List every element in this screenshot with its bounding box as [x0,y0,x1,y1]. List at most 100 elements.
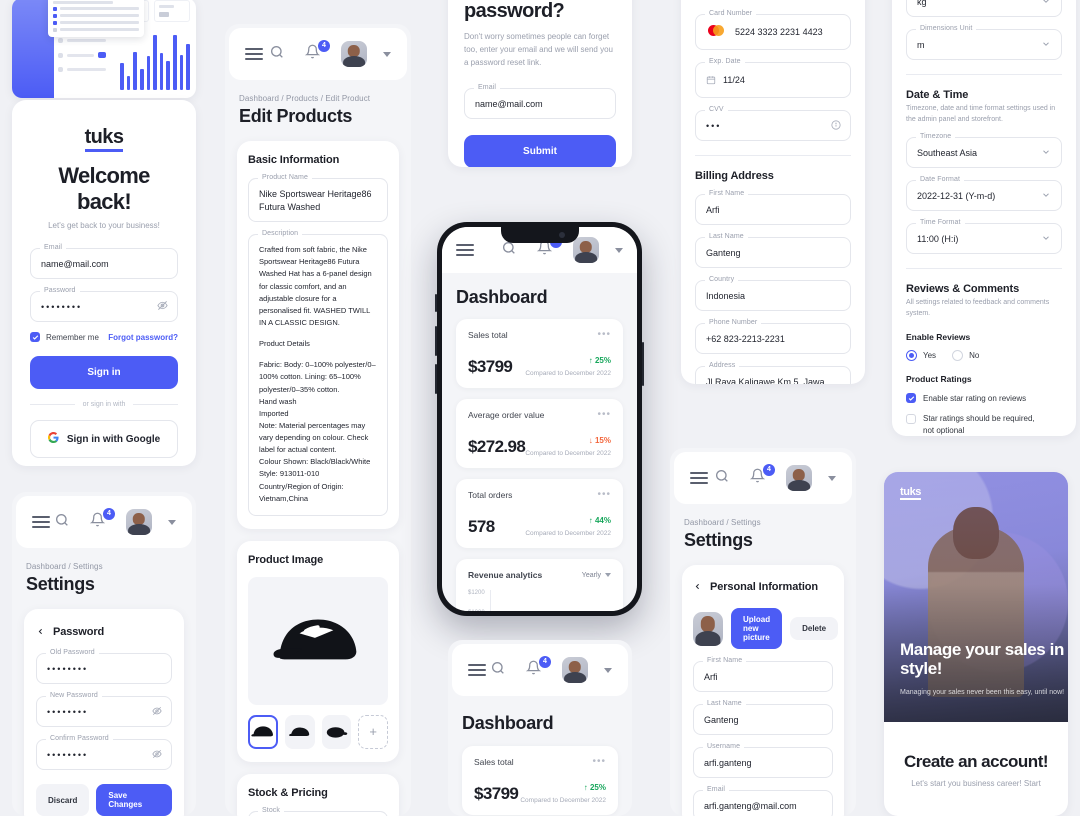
old-password-field[interactable]: Old Password •••••••• [36,649,172,685]
date-format-select[interactable]: Date Format 2022-12-31 (Y-m-d) [906,176,1062,212]
password-field[interactable]: Password •••••••• [30,287,178,323]
enable-star-rating-checkbox[interactable]: Enable star rating on reviews [906,393,1062,404]
chevron-down-icon[interactable] [383,51,391,57]
phone-volume-up-button[interactable] [435,326,437,356]
chevron-down-icon[interactable] [1041,187,1051,205]
timezone-select[interactable]: Timezone Southeast Asia [906,133,1062,169]
billing-country-field[interactable]: Country Indonesia [695,276,851,312]
eye-off-icon[interactable] [157,298,168,316]
chevron-down-icon[interactable] [168,519,176,525]
billing-last-name-field[interactable]: Last Name Ganteng [695,233,851,269]
bell-icon[interactable]: 4 [525,656,551,680]
menu-icon[interactable] [32,516,50,528]
thumb-cap-front[interactable] [248,714,278,749]
forgot-title: password? [464,0,565,22]
discard-button[interactable]: Discard [36,784,90,816]
avatar[interactable] [573,237,599,263]
search-icon[interactable] [501,240,521,260]
menu-icon[interactable] [690,472,708,484]
phone-volume-down-button[interactable] [435,364,437,394]
search-icon[interactable] [714,468,734,488]
more-options-icon[interactable]: ••• [597,330,611,340]
thumb-cap-angle[interactable] [321,714,352,749]
billing-address-field[interactable]: Address Jl Raya Kaligawe Km 5, Jawa Teng… [695,362,851,384]
address-label: Address [705,362,740,370]
product-name-field[interactable]: Product Name Nike Sportswear Heritage86 … [248,174,388,223]
billing-phone-field[interactable]: Phone Number +62 823-2213-2231 [695,319,851,355]
new-password-field[interactable]: New Password •••••••• [36,692,172,728]
more-options-icon[interactable]: ••• [597,410,611,420]
checkbox-icon[interactable] [30,332,40,343]
email-field[interactable]: Email name@mail.com [30,244,178,280]
add-image-button[interactable]: + [358,714,389,749]
bell-icon[interactable]: 4 [536,236,562,260]
more-options-icon[interactable]: ••• [592,757,606,767]
chevron-down-icon[interactable] [615,247,623,253]
forgot-password-link[interactable]: Forgot password? [108,333,178,342]
avatar[interactable] [786,465,812,491]
last-name-value: Ganteng [704,715,739,726]
google-sign-in-button[interactable]: Sign in with Google [30,420,178,459]
menu-icon[interactable] [468,664,486,676]
confirm-password-value: •••••••• [47,750,89,761]
time-format-select[interactable]: Time Format 11:00 (H:i) [906,219,1062,255]
eye-off-icon[interactable] [152,746,162,764]
upload-new-picture-button[interactable]: Upload new picture [731,608,783,649]
menu-icon[interactable] [456,244,474,256]
dimensions-unit-select[interactable]: Dimensions Unit m [906,25,1062,61]
phone-mute-button[interactable] [435,294,437,312]
remember-me-checkbox[interactable]: Remember me [30,332,99,343]
save-changes-button[interactable]: Save Changes [96,784,172,816]
last-name-field[interactable]: Last Name Ganteng [693,700,833,736]
product-image-preview [248,576,388,705]
enable-reviews-no-radio[interactable]: No [952,350,979,362]
weight-unit-select[interactable]: Weight Unit kg [906,0,1062,18]
product-name-value: Nike Sportswear Heritage86 Futura Washed [259,189,372,213]
exp-date-field[interactable]: Exp. Date 11/24 [695,58,851,98]
chart-period-select[interactable]: Yearly [582,572,611,579]
bell-icon[interactable]: 4 [304,40,330,64]
bell-icon[interactable]: 4 [89,508,115,532]
username-field[interactable]: Username arfi.ganteng [693,743,833,779]
remember-row: Remember me Forgot password? [30,332,178,343]
cvv-field[interactable]: CVV ••• [695,106,851,142]
description-field[interactable]: Description Crafted from soft fabric, th… [248,230,388,516]
more-options-icon[interactable]: ••• [597,490,611,500]
chevron-left-icon[interactable] [693,578,702,596]
enable-reviews-yes-radio[interactable]: Yes [906,350,936,362]
bell-icon[interactable]: 4 [749,464,775,488]
sign-in-button[interactable]: Sign in [30,356,178,390]
card-number-field[interactable]: Card Number 5224 3323 2231 4423 [695,10,851,50]
eye-off-icon[interactable] [152,703,162,721]
exp-date-value: 11/24 [723,75,745,86]
thumb-cap-side[interactable] [284,714,315,749]
confirm-password-field[interactable]: Confirm Password •••••••• [36,735,172,771]
chevron-left-icon[interactable] [36,623,45,641]
avatar[interactable] [341,41,367,67]
chevron-down-icon[interactable] [1041,144,1051,162]
info-icon[interactable] [831,117,841,135]
first-name-field[interactable]: First Name Arfi [693,657,833,693]
forgot-email-field[interactable]: Email name@mail.com [464,83,616,119]
chevron-down-icon[interactable] [1041,0,1051,11]
delete-picture-button[interactable]: Delete [790,617,839,640]
email-field[interactable]: Email arfi.ganteng@mail.com [693,786,833,816]
submit-button[interactable]: Submit [464,134,616,167]
chevron-down-icon[interactable] [1041,36,1051,54]
search-icon[interactable] [54,512,74,532]
require-star-rating-checkbox[interactable]: Star ratings should be required, not opt… [906,413,1062,436]
phone-power-button[interactable] [642,342,644,386]
checkbox-icon [906,393,916,404]
avatar[interactable] [562,657,588,683]
menu-icon[interactable] [245,48,263,60]
stock-field[interactable]: Stock 999 [248,806,388,816]
description-p1: Crafted from soft fabric, the Nike Sport… [259,245,372,327]
chevron-down-icon[interactable] [828,475,836,481]
chevron-down-icon[interactable] [604,667,612,673]
avatar[interactable] [126,509,152,535]
chevron-down-icon[interactable] [1041,230,1051,248]
search-icon[interactable] [490,660,510,680]
checkbox-icon [906,414,916,425]
search-icon[interactable] [269,44,289,64]
billing-first-name-field[interactable]: First Name Arfi [695,190,851,226]
